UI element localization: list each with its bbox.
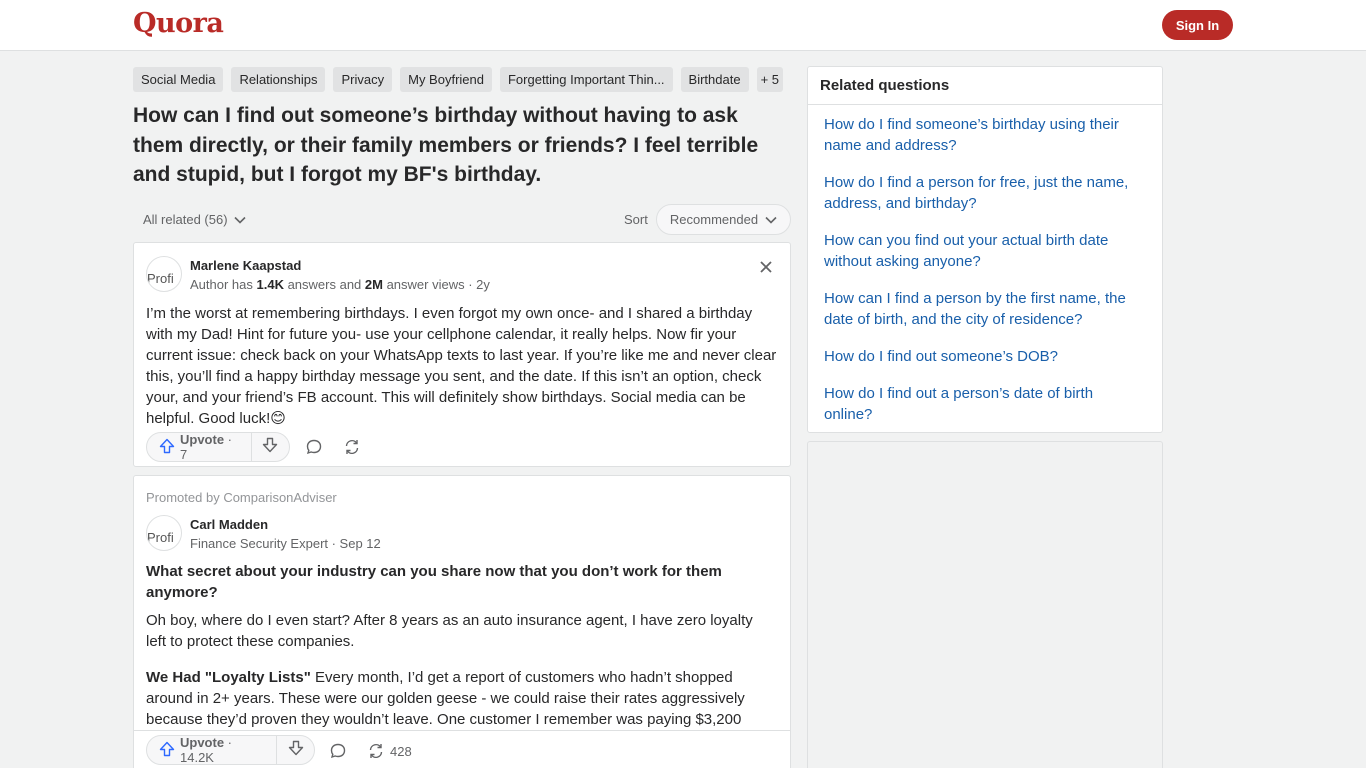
downvote-arrow-icon [288,740,304,761]
cred-suffix: answer views · 2y [382,277,490,292]
promoted-paragraph: Oh boy, where do I even start? After 8 y… [146,612,753,650]
answer-body: I’m the worst at remembering birthdays. … [146,305,777,427]
answers-count: 1.4K [256,277,284,292]
chevron-down-icon [765,212,777,227]
quora-logo[interactable]: Quora [133,8,224,39]
sort-dropdown[interactable]: Recommended [656,204,791,235]
ad-placeholder [807,441,1163,768]
downvote-arrow-icon [262,437,278,458]
related-question-link[interactable]: How do I find a person for free, just th… [824,172,1144,214]
filter-bar: All related (56) Sort Recommended [133,204,791,236]
author-name[interactable]: Marlene Kaapstad [190,258,301,273]
all-related-label: All related (56) [143,212,228,227]
question-title: How can I find out someone’s birthday wi… [133,104,759,186]
upvote-label: Upvote [180,432,225,447]
more-topics-button[interactable]: + 5 [756,67,784,92]
views-count: 2M [364,277,383,292]
answer-text: I’m the worst at remembering birthdays. … [146,303,782,429]
vote-group: Upvote · 14.2K [146,735,315,765]
related-question-link[interactable]: How can you find out your actual birth d… [824,230,1144,272]
all-related-dropdown[interactable]: All related (56) [143,212,246,227]
answer-card: Profi Marlene Kaapstad Author has 1.4K a… [133,242,791,467]
vote-group: Upvote · 7 [146,432,290,462]
promoted-question-title[interactable]: What secret about your industry can you … [146,561,776,603]
topic-chip-privacy[interactable]: Privacy [333,67,393,92]
downvote-button[interactable] [277,736,314,764]
author-credential: Author has 1.4K answers and 2M answer vi… [190,277,490,292]
topic-chip-social-media[interactable]: Social Media [133,67,224,92]
topic-chip-relationships[interactable]: Relationships [231,67,326,92]
topic-list: Social Media Relationships Privacy My Bo… [133,67,784,92]
author-credential: Finance Security Expert · Sep 12 [190,536,381,551]
promoted-bold-lead: We Had "Loyalty Lists" [146,669,311,686]
promoted-by-label[interactable]: Promoted by ComparisonAdviser [146,490,337,505]
share-icon[interactable] [365,740,387,762]
downvote-button[interactable] [252,433,289,461]
author-name[interactable]: Carl Madden [190,517,268,532]
upvote-button[interactable]: Upvote · 14.2K [147,735,278,765]
comment-icon[interactable] [303,436,325,458]
upvote-arrow-icon [159,741,175,760]
avatar-alt-text: Profi [147,271,174,286]
topic-chip-forgetting[interactable]: Forgetting Important Thin... [499,67,673,92]
chevron-down-icon [233,212,246,227]
comment-icon[interactable] [327,740,349,762]
share-count: 428 [390,744,412,759]
upvote-arrow-icon [159,438,175,457]
avatar[interactable]: Profi [146,515,182,551]
sort-label: Sort [624,212,648,227]
promoted-paragraph: We Had "Loyalty Lists" Every month, I’d … [146,667,776,730]
related-question-link[interactable]: How can I find a person by the first nam… [824,288,1144,330]
topic-chip-my-boyfriend[interactable]: My Boyfriend [400,67,492,92]
topic-chip-birthdate[interactable]: Birthdate [680,67,749,92]
related-questions-title: Related questions [820,77,950,94]
avatar[interactable]: Profi [146,256,182,292]
related-question-link[interactable]: How do I find out a person’s date of bir… [824,383,1144,425]
avatar-alt-text: Profi [147,530,174,545]
cred-mid: answers and [283,277,365,292]
related-question-link[interactable]: How do I find out someone’s DOB? [824,346,1144,367]
smile-emoji: 😊 [270,410,286,427]
cred-prefix: Author has [190,277,257,292]
sort-value: Recommended [669,212,759,227]
promoted-action-bar: Upvote · 14.2K 428 [134,730,790,768]
top-bar: Quora Sign In [0,0,1366,51]
close-icon[interactable] [756,257,776,277]
sign-in-button[interactable]: Sign In [1162,10,1233,40]
related-questions-panel: Related questions How do I find someone’… [807,66,1163,433]
upvote-label: Upvote [180,735,225,750]
promoted-card: Promoted by ComparisonAdviser Profi Carl… [133,475,791,768]
related-question-link[interactable]: How do I find someone’s birthday using t… [824,114,1144,156]
share-icon[interactable] [341,436,363,458]
divider [808,104,1162,105]
upvote-button[interactable]: Upvote · 7 [147,432,252,462]
